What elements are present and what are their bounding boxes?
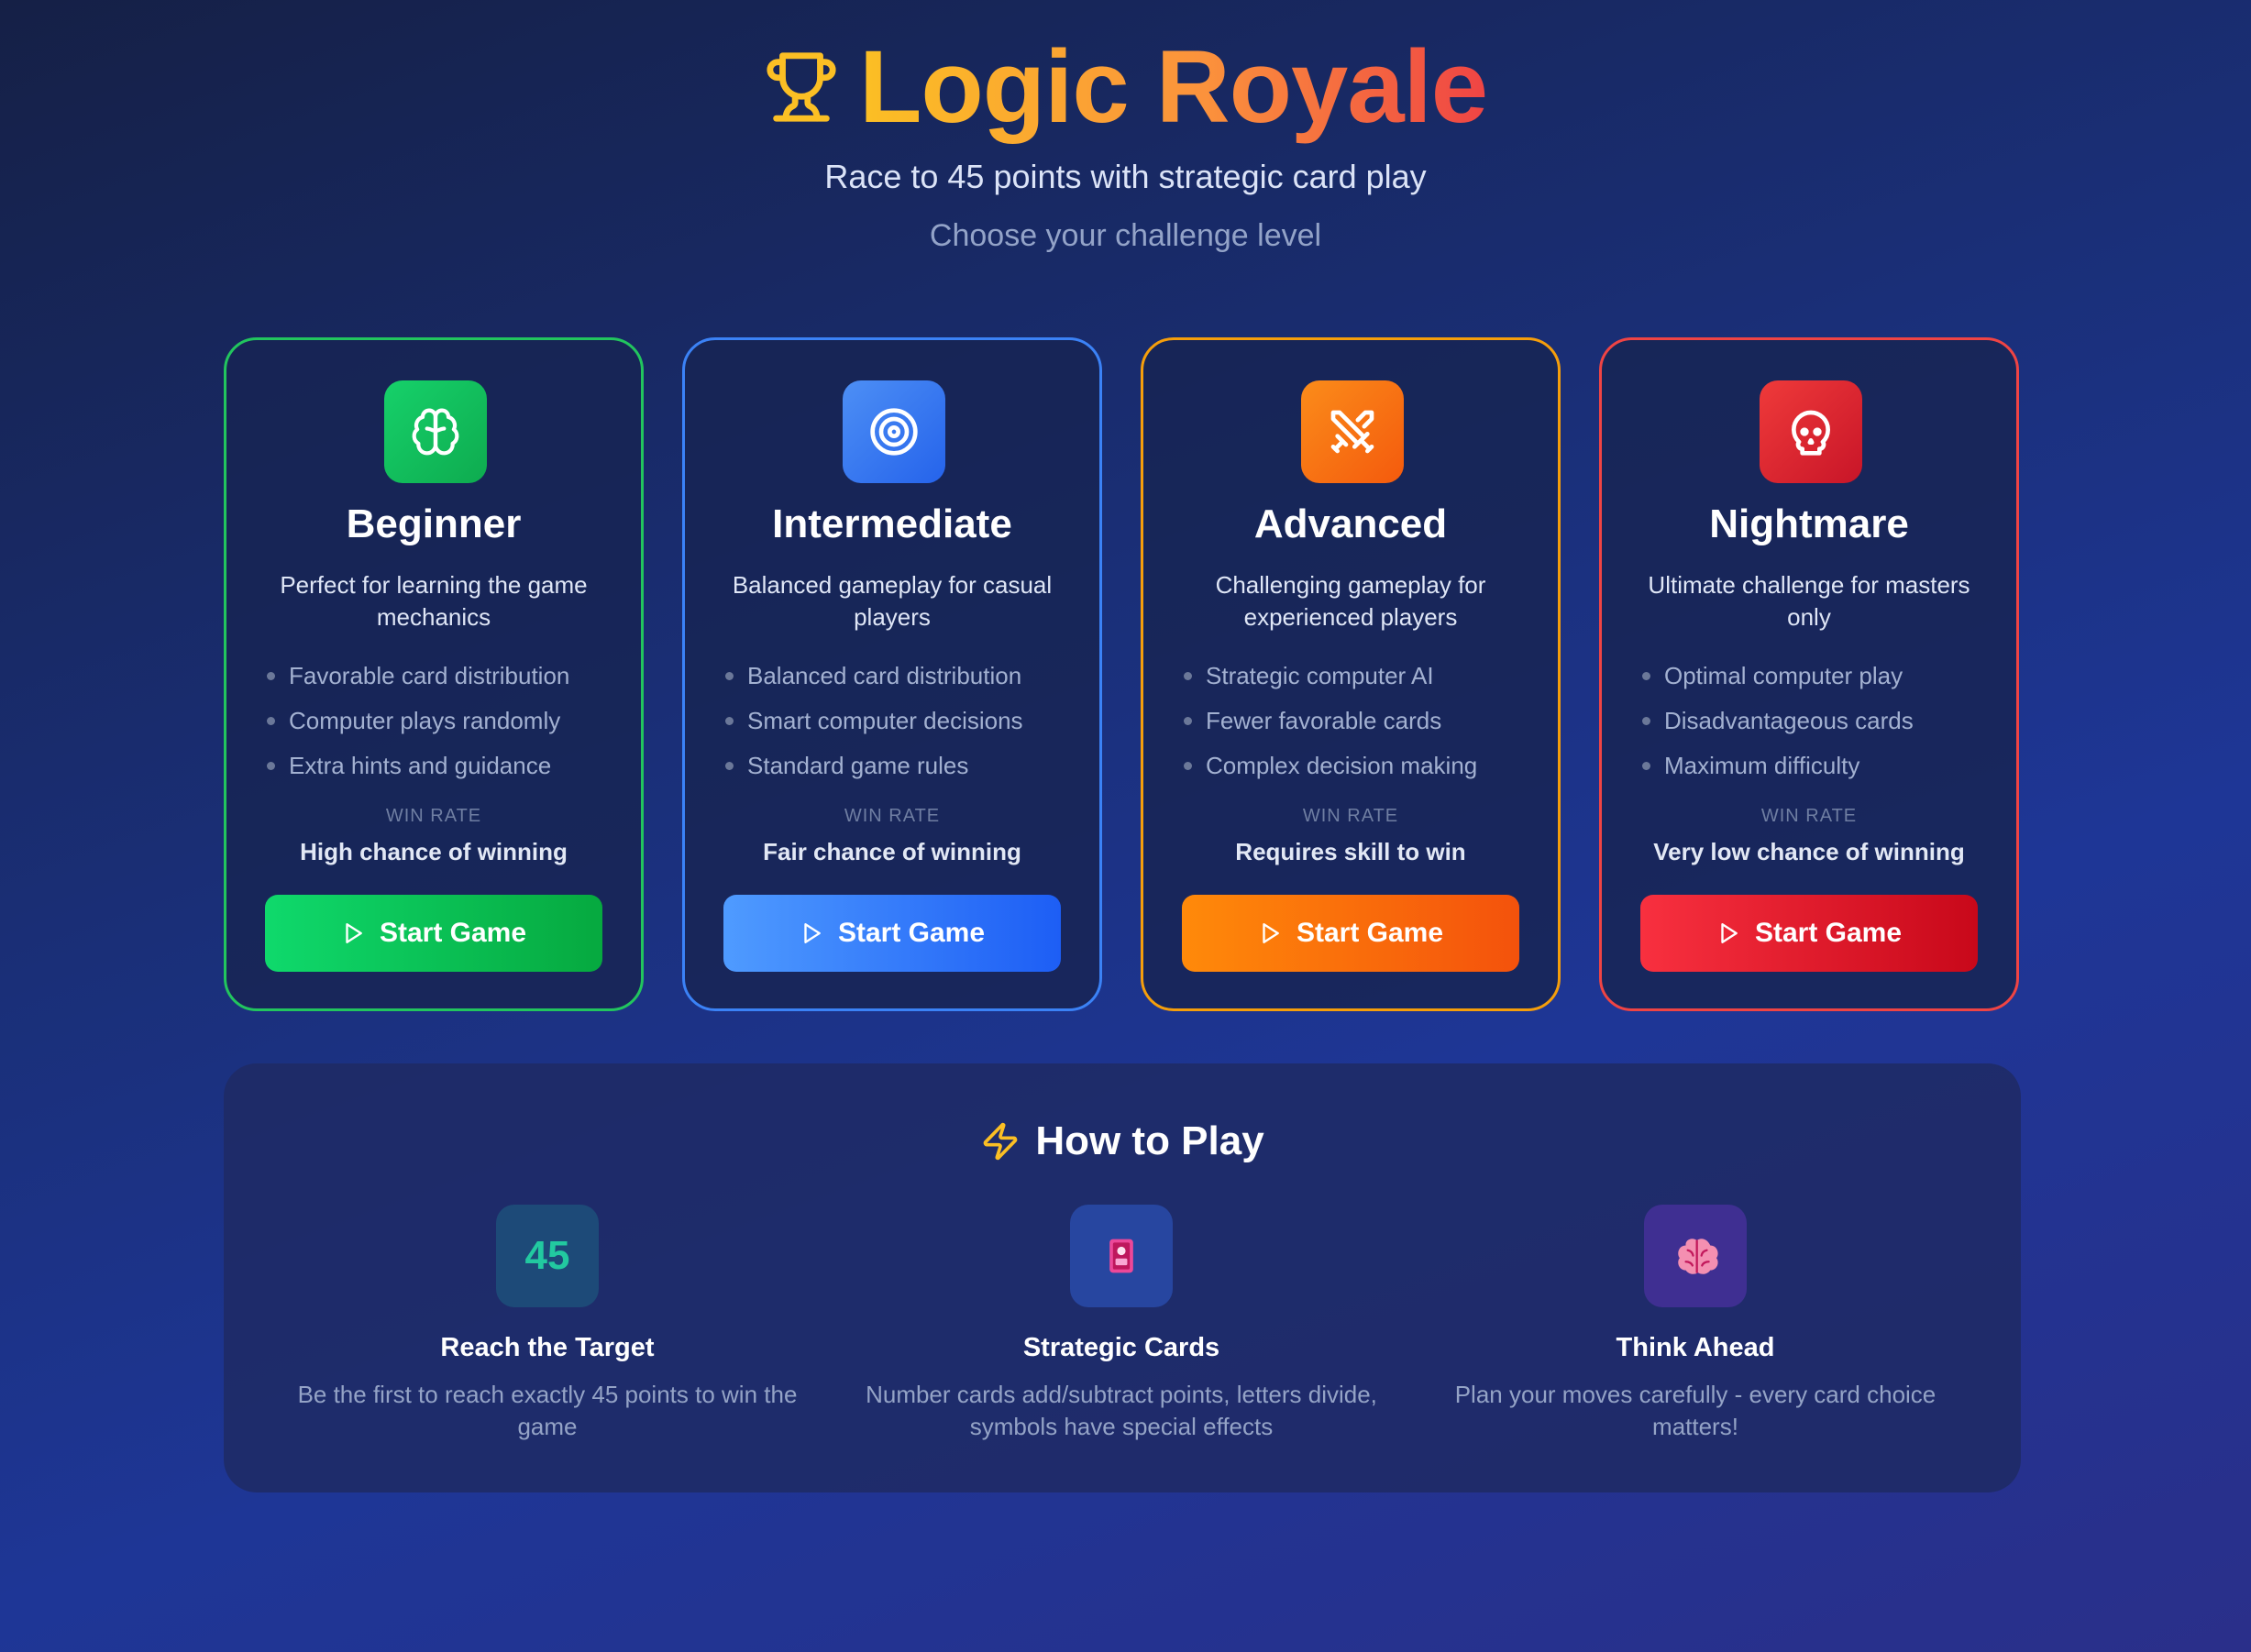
level-title: Intermediate	[772, 501, 1012, 546]
play-icon	[804, 923, 821, 943]
win-rate-value: High chance of winning	[300, 838, 568, 865]
win-rate-label: WIN RATE	[385, 806, 482, 826]
win-rate-value: Fair chance of winning	[763, 838, 1021, 865]
feature-list: Favorable card distribution Computer pla…	[265, 657, 613, 792]
step-description: Number cards add/subtract points, letter…	[866, 1381, 1377, 1440]
feature-item: Strategic computer AI	[1182, 657, 1530, 702]
step-title: Strategic Cards	[1022, 1333, 1220, 1362]
play-icon	[1721, 923, 1738, 943]
level-title: Beginner	[346, 501, 522, 546]
target-icon	[843, 380, 945, 483]
how-to-play-title: How to Play	[1035, 1118, 1264, 1163]
start-game-button-intermediate[interactable]: Start Game	[723, 895, 1061, 972]
difficulty-cards: Beginner Perfect for learning the game m…	[224, 337, 2019, 1011]
start-game-button-beginner[interactable]: Start Game	[265, 895, 602, 972]
start-game-label: Start Game	[379, 918, 527, 948]
page-subtitle: Race to 45 points with strategic card pl…	[824, 158, 1427, 195]
feature-item: Fewer favorable cards	[1182, 702, 1530, 747]
feature-item: Disadvantageous cards	[1640, 702, 1989, 747]
target-number-icon: 45	[496, 1205, 599, 1307]
play-icon	[1263, 923, 1279, 943]
how-to-play-steps: 45 Reach the Target Be the first to reac…	[260, 1205, 1984, 1461]
start-game-button-nightmare[interactable]: Start Game	[1640, 895, 1978, 972]
how-to-play-header: How to Play	[224, 1118, 2021, 1164]
start-game-label: Start Game	[837, 918, 986, 948]
swords-icon	[1301, 380, 1404, 483]
start-game-label: Start Game	[1754, 918, 1903, 948]
level-description: Ultimate challenge for masters only	[1648, 571, 1970, 631]
brain-icon	[384, 380, 487, 483]
level-title: Advanced	[1253, 501, 1448, 546]
card-icon	[1070, 1205, 1173, 1307]
feature-list: Optimal computer play Disadvantageous ca…	[1640, 657, 1989, 792]
page-title: Logic Royale	[859, 28, 1488, 147]
level-title: Nightmare	[1709, 501, 1909, 546]
brain-emoji-icon	[1644, 1205, 1747, 1307]
level-card-intermediate: Intermediate Balanced gameplay for casua…	[682, 337, 1102, 1011]
feature-item: Standard game rules	[723, 747, 1072, 792]
level-description: Challenging gameplay for experienced pla…	[1215, 571, 1486, 631]
feature-item: Complex decision making	[1182, 747, 1530, 792]
step-strategic-cards: Strategic Cards Number cards add/subtrac…	[834, 1205, 1408, 1461]
feature-item: Computer plays randomly	[265, 702, 613, 747]
page-tagline: Choose your challenge level	[929, 218, 1322, 253]
level-card-nightmare: Nightmare Ultimate challenge for masters…	[1599, 337, 2019, 1011]
start-game-label: Start Game	[1296, 918, 1444, 948]
win-rate-value: Very low chance of winning	[1653, 838, 1965, 865]
feature-list: Strategic computer AI Fewer favorable ca…	[1182, 657, 1530, 792]
feature-item: Extra hints and guidance	[265, 747, 613, 792]
step-title: Think Ahead	[1616, 1333, 1775, 1362]
step-think-ahead: Think Ahead Plan your moves carefully - …	[1408, 1205, 1982, 1461]
feature-item: Balanced card distribution	[723, 657, 1072, 702]
feature-list: Balanced card distribution Smart compute…	[723, 657, 1072, 792]
win-rate-label: WIN RATE	[1760, 806, 1858, 826]
level-card-beginner: Beginner Perfect for learning the game m…	[224, 337, 644, 1011]
how-to-play-panel: How to Play 45 Reach the Target Be the f…	[224, 1063, 2021, 1492]
start-game-button-advanced[interactable]: Start Game	[1182, 895, 1519, 972]
feature-item: Favorable card distribution	[265, 657, 613, 702]
feature-item: Optimal computer play	[1640, 657, 1989, 702]
step-reach-target: 45 Reach the Target Be the first to reac…	[260, 1205, 834, 1461]
win-rate-label: WIN RATE	[844, 806, 941, 826]
play-icon	[346, 923, 362, 943]
feature-item: Maximum difficulty	[1640, 747, 1989, 792]
step-title: Reach the Target	[440, 1333, 655, 1362]
trophy-icon	[767, 52, 836, 122]
skull-icon	[1760, 380, 1862, 483]
level-card-advanced: Advanced Challenging gameplay for experi…	[1141, 337, 1561, 1011]
page-header: Logic Royale	[0, 28, 2251, 147]
lightning-icon	[984, 1122, 1018, 1161]
level-description: Balanced gameplay for casual players	[732, 571, 1053, 631]
step-description: Plan your moves carefully - every card c…	[1454, 1381, 1937, 1440]
feature-item: Smart computer decisions	[723, 702, 1072, 747]
level-description: Perfect for learning the game mechanics	[280, 571, 588, 631]
step-description: Be the first to reach exactly 45 points …	[297, 1381, 798, 1440]
win-rate-label: WIN RATE	[1302, 806, 1399, 826]
target-number: 45	[524, 1233, 570, 1278]
win-rate-value: Requires skill to win	[1235, 838, 1466, 865]
